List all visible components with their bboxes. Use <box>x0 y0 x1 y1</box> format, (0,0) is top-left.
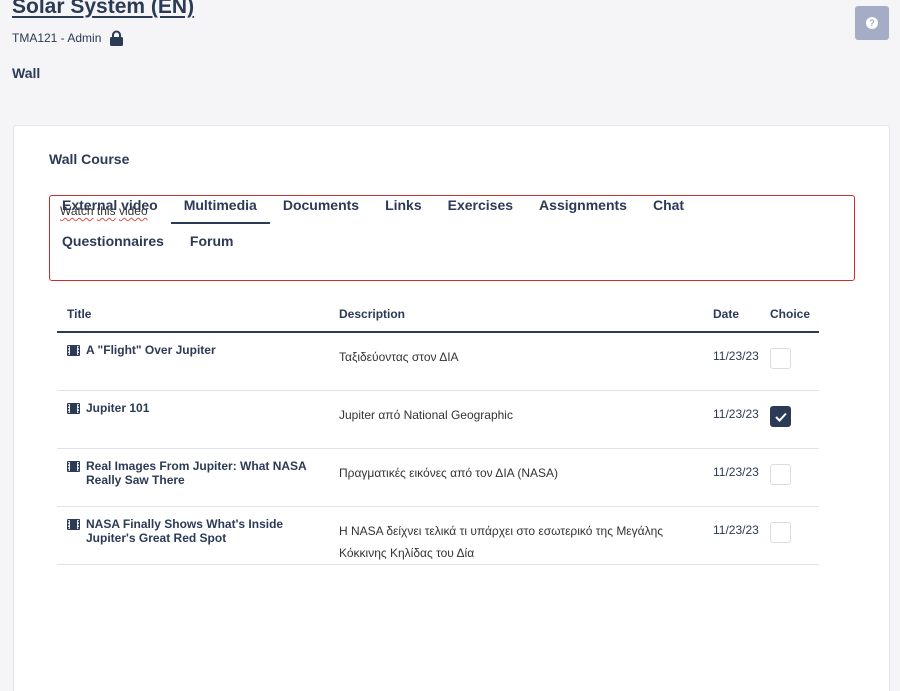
film-icon <box>67 519 80 530</box>
row-choice <box>759 507 819 564</box>
row-date: 11/23/23 <box>713 349 759 363</box>
section-title: Wall <box>12 65 41 81</box>
choice-checkbox[interactable] <box>770 406 791 427</box>
row-title-text[interactable]: NASA Finally Shows What's Inside Jupiter… <box>86 517 328 564</box>
tab-row-2: Questionnaires Forum <box>49 224 749 260</box>
row-title-text[interactable]: Jupiter 101 <box>86 401 149 448</box>
table-row: Jupiter 101 Jupiter από National Geograph… <box>57 391 819 449</box>
help-button[interactable]: ? <box>855 6 889 40</box>
row-title-text[interactable]: A "Flight" Over Jupiter <box>86 343 216 390</box>
row-choice <box>759 449 819 506</box>
tab-assignments[interactable]: Assignments <box>526 188 640 224</box>
row-date: 11/23/23 <box>713 407 759 421</box>
row-date: 11/23/23 <box>713 465 759 479</box>
header-description: Description <box>339 306 406 321</box>
tab-forum[interactable]: Forum <box>177 224 247 260</box>
card-title: Wall Course <box>49 151 130 167</box>
row-description: Πραγματικές εικόνες από τον ΔΙΑ (NASA) <box>339 466 558 480</box>
table-row: Real Images From Jupiter: What NASA Real… <box>57 449 819 507</box>
film-icon <box>67 461 80 472</box>
row-date: 11/23/23 <box>713 523 759 537</box>
course-meta: TMA121 - Admin <box>12 30 124 46</box>
page-title[interactable]: Solar System (EN) <box>12 0 194 19</box>
check-icon <box>774 412 787 422</box>
header-choice: Choice <box>770 306 811 321</box>
row-title[interactable]: NASA Finally Shows What's Inside Jupiter… <box>57 507 328 564</box>
row-choice <box>759 391 819 448</box>
tab-row-1: External video Multimedia Documents Link… <box>49 188 749 224</box>
film-icon <box>67 345 80 356</box>
table-row: A "Flight" Over Jupiter Ταξιδεύοντας στον… <box>57 333 819 391</box>
choice-checkbox[interactable] <box>770 522 791 543</box>
header-date: Date <box>713 306 740 321</box>
row-choice <box>759 333 819 390</box>
table-header: Title Description Date Choice <box>57 296 819 333</box>
row-title[interactable]: Jupiter 101 <box>57 391 328 448</box>
tab-documents[interactable]: Documents <box>270 188 372 224</box>
row-description: Jupiter από National Geographic <box>339 408 513 422</box>
table-row: NASA Finally Shows What's Inside Jupiter… <box>57 507 819 565</box>
course-code: TMA121 - Admin <box>12 31 102 45</box>
row-description: Η NASA δείχνει τελικά τι υπάρχει στο εσω… <box>339 524 664 560</box>
multimedia-table: Title Description Date Choice A "Flight"… <box>57 296 819 565</box>
help-icon: ? <box>866 17 878 29</box>
row-title[interactable]: Real Images From Jupiter: What NASA Real… <box>57 449 328 506</box>
film-icon <box>67 403 80 414</box>
tab-exercises[interactable]: Exercises <box>435 188 526 224</box>
lock-icon <box>110 30 124 46</box>
tab-external-video[interactable]: External video <box>49 188 171 224</box>
table-body: A "Flight" Over Jupiter Ταξιδεύοντας στον… <box>57 333 819 565</box>
tab-multimedia[interactable]: Multimedia <box>170 188 270 224</box>
tab-questionnaires[interactable]: Questionnaires <box>49 224 177 260</box>
tab-links[interactable]: Links <box>372 188 435 224</box>
tab-chat[interactable]: Chat <box>640 188 697 224</box>
row-title[interactable]: A "Flight" Over Jupiter <box>57 333 328 390</box>
resource-tabs: External video Multimedia Documents Link… <box>49 188 749 260</box>
choice-checkbox[interactable] <box>770 348 791 369</box>
header-title: Title <box>67 306 92 321</box>
choice-checkbox[interactable] <box>770 464 791 485</box>
row-description: Ταξιδεύοντας στον ΔΙΑ <box>339 350 459 364</box>
row-title-text[interactable]: Real Images From Jupiter: What NASA Real… <box>86 459 328 506</box>
